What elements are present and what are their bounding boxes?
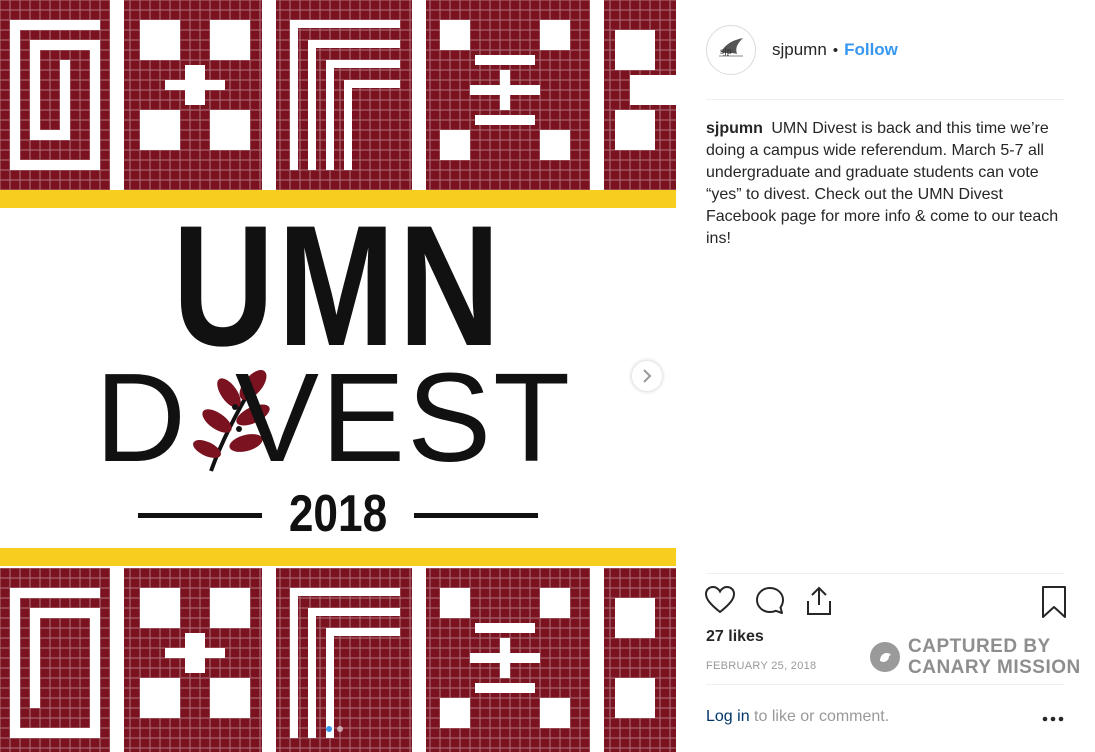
heart-icon[interactable] [704, 585, 736, 615]
watermark-line-2: CANARY MISSION [908, 657, 1081, 678]
login-prompt-text: to like or comment. [749, 708, 890, 725]
logo-year-row: 2018 [138, 485, 538, 546]
watermark-line-1: CAPTURED BY [908, 636, 1051, 657]
carousel-dot [337, 726, 343, 732]
post-caption: sjpumn UMN Divest is back and this time … [706, 118, 1068, 250]
login-divider [706, 684, 1064, 685]
caption-text: UMN Divest is back and this time we’re d… [706, 120, 1059, 247]
chevron-right-icon [643, 369, 652, 383]
login-link[interactable]: Log in [706, 708, 750, 725]
more-options-icon[interactable] [1042, 716, 1064, 722]
carousel-indicator [326, 726, 343, 732]
logo-year: 2018 [288, 485, 388, 543]
post-date: FEBRUARY 25, 2018 [706, 660, 817, 672]
next-image-button[interactable] [632, 361, 662, 391]
post-sidebar: sjp sjpumn • Follow sjpumn UMN Divest is… [676, 0, 1095, 752]
capture-watermark: CAPTURED BY CANARY MISSION [870, 636, 1095, 678]
year-rule-left [138, 513, 262, 518]
embroidery-pattern-top [0, 0, 676, 190]
year-rule-right [414, 513, 538, 518]
header-divider [706, 99, 1064, 100]
logo-divest-first-letter: D [95, 347, 188, 488]
post-header: sjp sjpumn • Follow [706, 24, 1066, 76]
canary-bird-icon [870, 642, 900, 672]
gold-stripe-bottom [0, 548, 676, 566]
logo-divest-wordmark: D VEST [95, 355, 595, 485]
author-username[interactable]: sjpumn [772, 40, 827, 60]
post-actions [704, 585, 1068, 621]
login-prompt: Log in to like or comment. [706, 708, 889, 726]
caption-username[interactable]: sjpumn [706, 120, 763, 137]
carousel-dot-active [326, 726, 332, 732]
header-separator: • [832, 41, 839, 59]
logo-divest-rest: VEST [235, 347, 573, 488]
actions-divider [706, 573, 1064, 574]
bookmark-icon[interactable] [1040, 585, 1068, 619]
avatar[interactable]: sjp [706, 25, 756, 75]
dove-logo-icon: sjp [719, 38, 743, 57]
comment-icon[interactable] [754, 585, 786, 617]
share-icon[interactable] [804, 585, 834, 617]
embroidery-pattern-bottom [0, 568, 676, 752]
post-image[interactable]: UMN D VEST 2018 [0, 0, 676, 752]
svg-text:sjp: sjp [720, 47, 732, 56]
likes-count[interactable]: 27 likes [706, 628, 764, 646]
follow-button[interactable]: Follow [844, 40, 898, 60]
